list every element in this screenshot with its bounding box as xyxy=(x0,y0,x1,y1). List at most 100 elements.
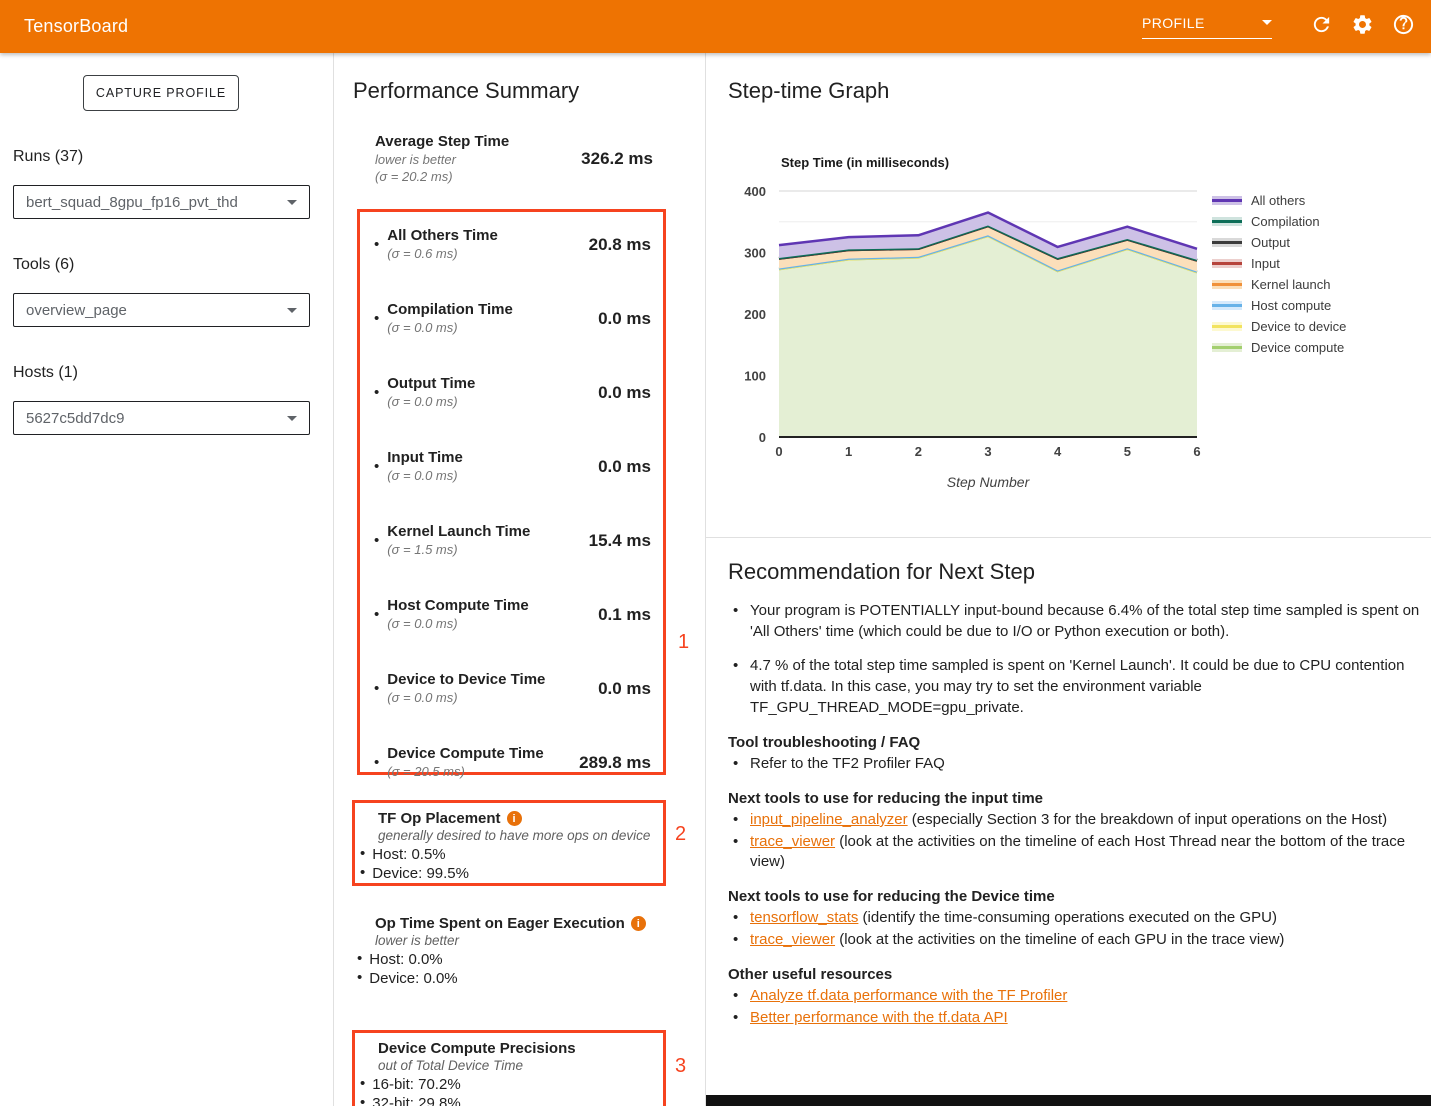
svg-text:200: 200 xyxy=(744,307,766,322)
app-header: TensorBoard PROFILE xyxy=(0,0,1431,53)
metric-value: 20.8 ms xyxy=(589,235,651,255)
bullet: • xyxy=(374,310,379,328)
metric-value: 0.1 ms xyxy=(598,605,651,625)
eager-sub: lower is better xyxy=(375,933,666,948)
tf-op-placement-title: TF Op Placement i xyxy=(378,810,655,827)
breakdown-row: • Compilation Time(σ = 0.0 ms) 0.0 ms xyxy=(372,301,651,336)
step-time-panel: Step-time Graph 01002003004000123456Step… xyxy=(706,53,1431,1106)
legend-item: Device compute xyxy=(1212,337,1346,358)
bullet: • xyxy=(360,845,365,864)
legend-swatch-icon xyxy=(1212,343,1242,352)
gear-icon xyxy=(1351,13,1374,41)
legend-item: Kernel launch xyxy=(1212,274,1346,295)
tools-select-value: overview_page xyxy=(26,302,127,319)
svg-text:Step Number: Step Number xyxy=(947,474,1031,490)
svg-text:4: 4 xyxy=(1054,444,1062,459)
recommendation-bullet: 4.7 % of the total step time sampled is … xyxy=(728,655,1420,718)
title-text: Device Compute Precisions xyxy=(378,1040,576,1057)
list-item-text: Host: 0.0% xyxy=(369,950,442,969)
hosts-select-wrap: 5627c5dd7dc9 xyxy=(13,401,310,435)
svg-text:400: 400 xyxy=(744,184,766,199)
runs-select[interactable]: bert_squad_8gpu_fp16_pvt_thd xyxy=(13,185,310,219)
annotation-number-2: 2 xyxy=(675,823,686,846)
legend-label: Compilation xyxy=(1251,214,1320,229)
title-text: TF Op Placement xyxy=(378,810,501,827)
annotation-box-3: Device Compute Precisions out of Total D… xyxy=(352,1030,666,1106)
list-item: • 16-bit: 70.2% xyxy=(360,1075,655,1094)
rec-item-link[interactable]: trace_viewer xyxy=(750,931,835,948)
metric-label: Output Time xyxy=(387,375,598,393)
average-step-time-text: Average Step Time lower is better (σ = 2… xyxy=(375,133,581,185)
list-item: •Host: 0.5% xyxy=(360,845,655,864)
breakdown-row: • Device to Device Time(σ = 0.0 ms) 0.0 … xyxy=(372,671,651,706)
legend-label: Device compute xyxy=(1251,340,1344,355)
tools-select[interactable]: overview_page xyxy=(13,293,310,327)
list-item: • Device: 0.0% xyxy=(357,969,666,988)
breakdown-row: • Input Time(σ = 0.0 ms) 0.0 ms xyxy=(372,449,651,484)
rec-item: input_pipeline_analyzer (especially Sect… xyxy=(728,810,1420,830)
bullet: • xyxy=(360,864,365,883)
dashboard-selector-value: PROFILE xyxy=(1142,15,1205,31)
rec-item-text: (look at the activities on the timeline … xyxy=(835,931,1284,948)
legend-item: Compilation xyxy=(1212,211,1346,232)
rec-item-link[interactable]: tensorflow_stats xyxy=(750,909,858,926)
legend-swatch-icon xyxy=(1212,196,1242,205)
metric-value: 0.0 ms xyxy=(598,457,651,477)
rec-item: tensorflow_stats (identify the time-cons… xyxy=(728,908,1420,928)
refresh-button[interactable] xyxy=(1309,15,1333,39)
legend-item: Input xyxy=(1212,253,1346,274)
rec-item-link[interactable]: input_pipeline_analyzer xyxy=(750,811,908,828)
info-icon[interactable]: i xyxy=(631,916,646,931)
rec-item: Analyze tf.data performance with the TF … xyxy=(728,986,1420,1006)
runs-group: Runs (37) xyxy=(13,148,310,166)
metric-label: Input Time xyxy=(387,449,598,467)
hosts-label: Hosts (1) xyxy=(13,364,310,382)
app-title: TensorBoard xyxy=(24,16,128,37)
list-item: •Host: 0.0% xyxy=(357,950,666,969)
rec-section-heading: Next tools to use for reducing the input… xyxy=(728,790,1420,807)
metric-value: 0.0 ms xyxy=(598,679,651,699)
breakdown-row: • Kernel Launch Time(σ = 1.5 ms) 15.4 ms xyxy=(372,523,651,558)
list-item-text: Device: 0.0% xyxy=(369,969,457,988)
rec-item-link[interactable]: trace_viewer xyxy=(750,833,835,850)
list-item: •32-bit: 29.8% xyxy=(360,1094,655,1106)
chevron-down-icon xyxy=(287,416,297,421)
metric-sigma: (σ = 20.5 ms) xyxy=(387,763,579,780)
help-icon xyxy=(1392,13,1415,41)
rec-item-link[interactable]: Analyze tf.data performance with the TF … xyxy=(750,987,1067,1004)
metric-sigma: (σ = 20.2 ms) xyxy=(375,168,581,185)
rec-item-link[interactable]: Better performance with the tf.data API xyxy=(750,1009,1008,1026)
title-text: Op Time Spent on Eager Execution xyxy=(375,915,625,932)
list-item-text: 16-bit: 70.2% xyxy=(372,1075,460,1094)
metric-sigma: (σ = 0.0 ms) xyxy=(387,689,598,706)
svg-text:300: 300 xyxy=(744,246,766,261)
metric-value: 0.0 ms xyxy=(598,309,651,329)
dashboard-selector[interactable]: PROFILE xyxy=(1142,15,1272,39)
bullet: • xyxy=(357,969,362,988)
tools-group: Tools (6) xyxy=(13,256,310,274)
recommendation-bullet: Your program is POTENTIALLY input-bound … xyxy=(728,600,1420,642)
bullet: • xyxy=(360,1075,365,1094)
capture-profile-button[interactable]: CAPTURE PROFILE xyxy=(83,75,239,111)
hosts-select[interactable]: 5627c5dd7dc9 xyxy=(13,401,310,435)
tensorboard-profile-page: TensorBoard PROFILE CAPTURE PROFILE Runs… xyxy=(0,0,1431,1106)
runs-select-wrap: bert_squad_8gpu_fp16_pvt_thd xyxy=(13,185,310,219)
list-item-text: Device: 99.5% xyxy=(372,864,469,883)
performance-summary-panel: Performance Summary Average Step Time lo… xyxy=(334,53,705,1106)
performance-summary-title: Performance Summary xyxy=(353,78,579,104)
bottom-section-edge xyxy=(706,1095,1431,1106)
metric-value: 289.8 ms xyxy=(579,753,651,773)
bullet: • xyxy=(374,754,379,772)
metric-sigma: (σ = 0.6 ms) xyxy=(387,245,588,262)
help-button[interactable] xyxy=(1391,15,1415,39)
info-icon[interactable]: i xyxy=(507,811,522,826)
breakdown-row: • Output Time(σ = 0.0 ms) 0.0 ms xyxy=(372,375,651,410)
breakdown-row: • All Others Time(σ = 0.6 ms) 20.8 ms xyxy=(372,227,651,262)
settings-button[interactable] xyxy=(1350,15,1374,39)
rec-item-text: (look at the activities on the timeline … xyxy=(750,833,1405,870)
legend-item: Device to device xyxy=(1212,316,1346,337)
legend-swatch-icon xyxy=(1212,322,1242,331)
metric-label: Compilation Time xyxy=(387,301,598,319)
annotation-number-1: 1 xyxy=(678,631,689,654)
svg-text:3: 3 xyxy=(984,444,991,459)
